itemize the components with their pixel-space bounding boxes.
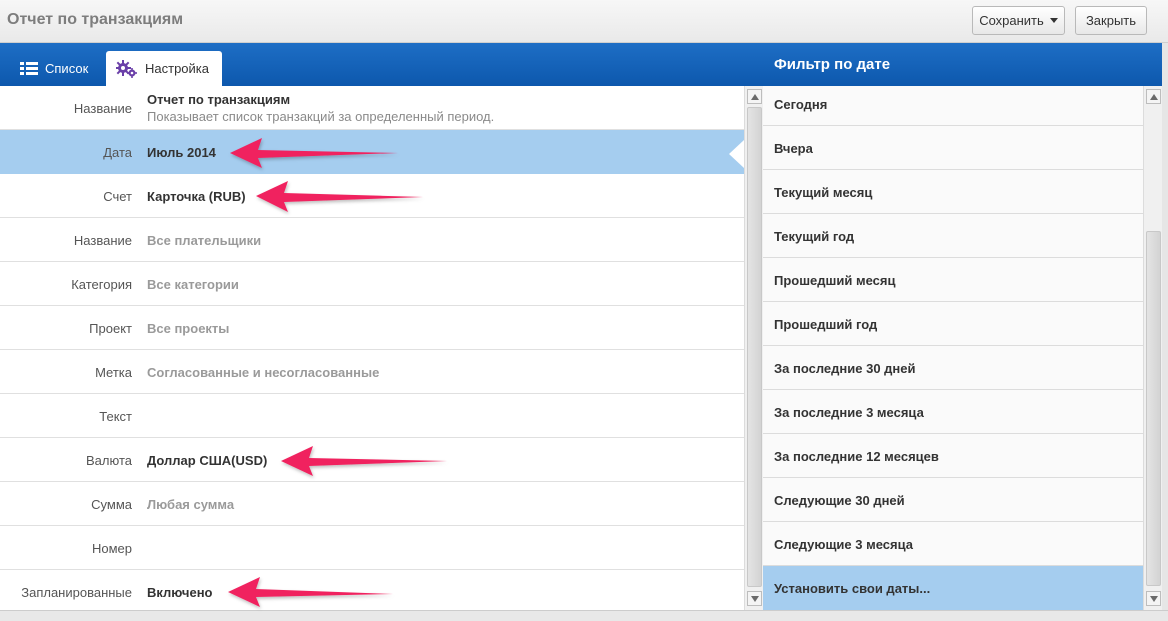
settings-row-text[interactable]: Текст	[0, 394, 744, 438]
date-filter-list: Сегодня Вчера Текущий месяц Текущий год …	[763, 86, 1143, 610]
tab-list[interactable]: Список	[8, 51, 100, 86]
scroll-down-arrow-icon[interactable]	[747, 591, 762, 606]
tab-bar: Список Настройка	[0, 43, 763, 86]
row-label: Дата	[103, 145, 132, 160]
window-title: Отчет по транзакциям	[7, 11, 184, 28]
scroll-down-arrow-icon[interactable]	[1146, 591, 1161, 606]
settings-row-account[interactable]: Счет Карточка (RUB)	[0, 174, 744, 218]
row-value: Включено	[147, 585, 213, 600]
row-label: Название	[73, 101, 132, 116]
date-option[interactable]: Вчера	[763, 126, 1143, 170]
settings-scrollbar[interactable]	[744, 86, 763, 610]
date-option-label: Сегодня	[774, 97, 828, 112]
date-option-label: Текущий год	[774, 229, 855, 244]
close-button[interactable]: Закрыть	[1075, 6, 1147, 35]
window-titlebar: Отчет по транзакциям Сохранить Закрыть	[0, 0, 1168, 43]
settings-list: Название Отчет по транзакциям Показывает…	[0, 86, 744, 614]
row-label: Счет	[103, 189, 132, 204]
date-option[interactable]: За последние 30 дней	[763, 346, 1143, 390]
selection-pointer	[729, 140, 744, 168]
date-option-label: Следующие 3 месяца	[774, 537, 913, 552]
settings-row-payee[interactable]: Название Все плательщики	[0, 218, 744, 262]
row-label: Номер	[91, 541, 132, 556]
date-option[interactable]: За последние 3 месяца	[763, 390, 1143, 434]
date-filter-scrollbar[interactable]	[1143, 86, 1162, 610]
settings-row-date[interactable]: Дата Июль 2014	[0, 130, 744, 174]
date-option[interactable]: Текущий месяц	[763, 170, 1143, 214]
settings-row-title[interactable]: Название Отчет по транзакциям Показывает…	[0, 86, 744, 130]
row-label: Категория	[71, 277, 132, 292]
window-edge	[1162, 43, 1168, 621]
date-filter-header: Фильтр по дате	[763, 43, 1168, 86]
date-option[interactable]: Следующие 3 месяца	[763, 522, 1143, 566]
row-value: Отчет по транзакциям	[147, 92, 291, 107]
gear-icon	[115, 59, 138, 78]
date-option-label: За последние 30 дней	[774, 361, 916, 376]
date-option-label: Следующие 30 дней	[774, 493, 905, 508]
row-value: Согласованные и несогласованные	[147, 365, 380, 380]
row-value: Доллар США(USD)	[147, 453, 268, 468]
row-value: Все плательщики	[147, 233, 262, 248]
date-option-label: Прошедший месяц	[774, 273, 896, 288]
date-option-label: Прошедший год	[774, 317, 878, 332]
row-value: Все проекты	[147, 321, 230, 336]
tab-settings[interactable]: Настройка	[106, 51, 222, 86]
save-button[interactable]: Сохранить	[972, 6, 1065, 35]
close-button-label: Закрыть	[1085, 13, 1137, 28]
settings-row-project[interactable]: Проект Все проекты	[0, 306, 744, 350]
row-label: Текст	[99, 409, 132, 424]
date-option[interactable]: Прошедший год	[763, 302, 1143, 346]
window-bottom-border	[0, 610, 1168, 621]
date-option[interactable]: Сегодня	[763, 86, 1143, 126]
scroll-up-arrow-icon[interactable]	[747, 89, 762, 104]
date-filter-title: Фильтр по дате	[774, 56, 891, 73]
row-label: Метка	[95, 365, 132, 380]
settings-row-amount[interactable]: Сумма Любая сумма	[0, 482, 744, 526]
tab-settings-label: Настройка	[145, 61, 209, 76]
list-icon	[20, 61, 38, 76]
row-label: Валюта	[86, 453, 132, 468]
row-value: Все категории	[147, 277, 239, 292]
date-option-selected[interactable]: Установить свои даты...	[763, 566, 1143, 610]
settings-row-tag[interactable]: Метка Согласованные и несогласованные	[0, 350, 744, 394]
scroll-up-arrow-icon[interactable]	[1146, 89, 1161, 104]
row-value: Любая сумма	[147, 497, 235, 512]
date-option[interactable]: Прошедший месяц	[763, 258, 1143, 302]
date-option[interactable]: Текущий год	[763, 214, 1143, 258]
tab-list-label: Список	[45, 61, 89, 76]
date-option-label: Текущий месяц	[774, 185, 873, 200]
date-option-label: Вчера	[774, 141, 813, 156]
scrollbar-thumb[interactable]	[1146, 231, 1161, 586]
row-label: Сумма	[91, 497, 132, 512]
row-description: Показывает список транзакций за определе…	[147, 109, 495, 124]
row-value: Карточка (RUB)	[147, 189, 246, 204]
settings-row-scheduled[interactable]: Запланированные Включено	[0, 570, 744, 614]
row-label: Проект	[89, 321, 132, 336]
date-option[interactable]: Следующие 30 дней	[763, 478, 1143, 522]
date-option-label: За последние 12 месяцев	[774, 449, 939, 464]
date-option-label: Установить свои даты...	[774, 581, 931, 596]
settings-row-category[interactable]: Категория Все категории	[0, 262, 744, 306]
chevron-down-icon	[1049, 18, 1058, 23]
date-option-label: За последние 3 месяца	[774, 405, 924, 420]
row-label: Название	[73, 233, 132, 248]
save-button-label: Сохранить	[979, 13, 1044, 28]
scrollbar-thumb[interactable]	[747, 107, 762, 587]
row-value: Июль 2014	[147, 145, 216, 160]
settings-row-currency[interactable]: Валюта Доллар США(USD)	[0, 438, 744, 482]
date-option[interactable]: За последние 12 месяцев	[763, 434, 1143, 478]
row-label: Запланированные	[21, 585, 132, 600]
settings-row-number[interactable]: Номер	[0, 526, 744, 570]
